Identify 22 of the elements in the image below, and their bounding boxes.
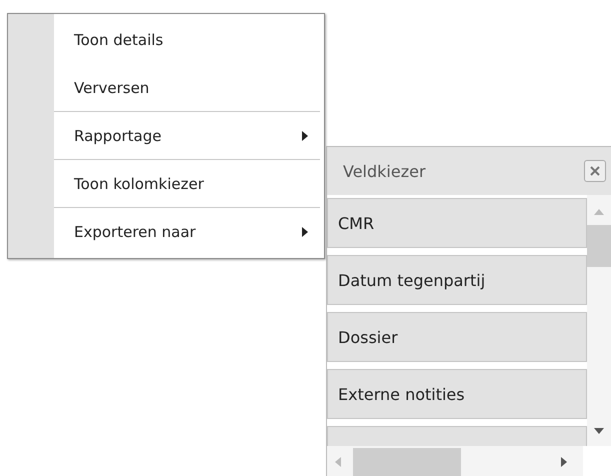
horizontal-scrollbar[interactable] [327, 446, 583, 476]
field-item[interactable]: Datum tegenpartij [327, 255, 587, 305]
menu-item[interactable]: Toon details [8, 16, 324, 64]
scroll-up-icon[interactable] [594, 209, 604, 215]
field-item[interactable]: Dossier [327, 312, 587, 362]
scroll-left-icon[interactable] [335, 456, 341, 466]
field-item[interactable]: CMR [327, 198, 587, 248]
scrollbar-thumb[interactable] [353, 448, 461, 476]
menu-item[interactable]: Exporteren naar [8, 208, 324, 256]
menu-item[interactable]: Toon kolomkiezer [8, 160, 324, 208]
submenu-arrow-icon [302, 131, 308, 141]
menu-item[interactable]: Verversen [8, 64, 324, 112]
menu-item[interactable]: Rapportage [8, 112, 324, 160]
scroll-right-icon[interactable] [561, 456, 567, 466]
scrollbar-thumb[interactable] [587, 225, 611, 267]
close-button[interactable] [584, 160, 606, 182]
vertical-scrollbar[interactable] [587, 195, 611, 446]
panel-title: Veldkiezer [343, 162, 426, 180]
submenu-arrow-icon [302, 227, 308, 237]
field-item[interactable]: Externe notities [327, 369, 587, 419]
scroll-down-icon[interactable] [594, 428, 604, 434]
close-icon [590, 166, 600, 176]
